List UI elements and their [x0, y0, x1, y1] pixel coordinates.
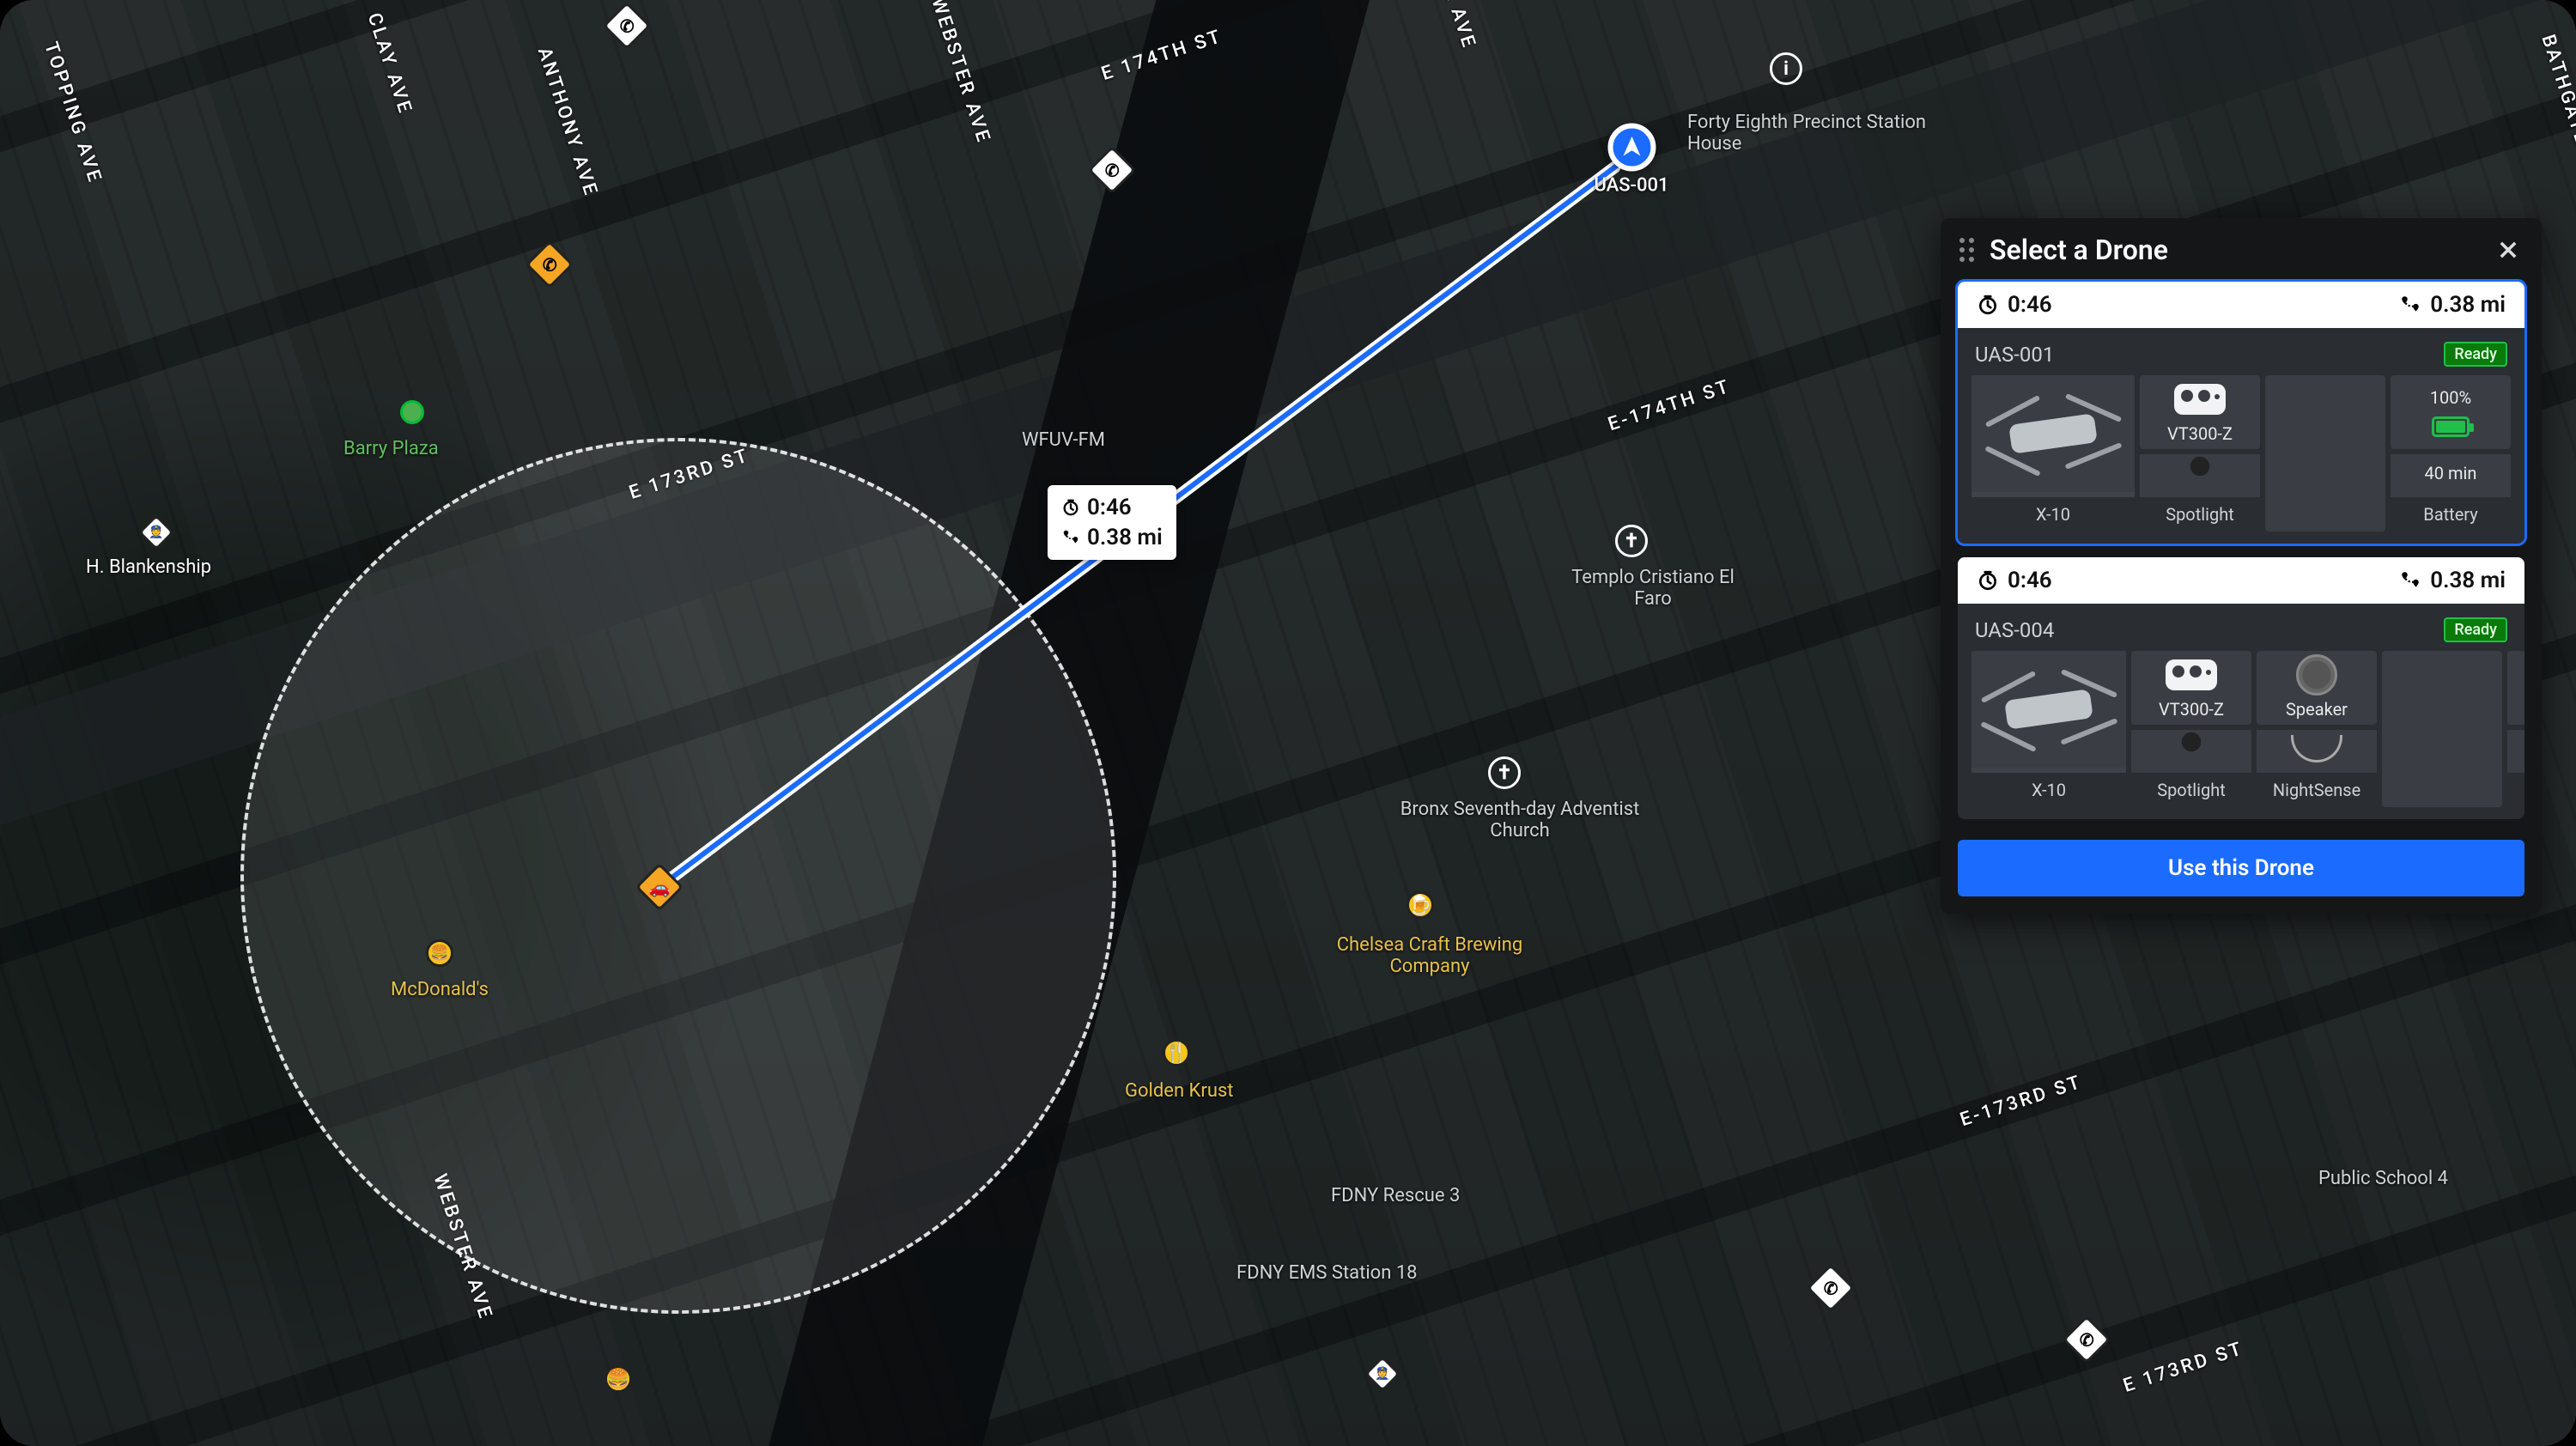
empty-slot — [2265, 375, 2385, 532]
timer-icon — [1977, 569, 1999, 592]
payload-label: Speaker — [2286, 699, 2348, 720]
payload-label: VT300-Z — [2167, 423, 2233, 444]
poi-label: Forty Eighth Precinct Station House — [1687, 112, 1928, 155]
empty-slot — [2382, 651, 2502, 807]
drone-id: UAS-001 — [1975, 343, 2054, 367]
payload-label: Spotlight — [2131, 773, 2251, 807]
battery-time-tile: 37 min Battery — [2507, 730, 2524, 807]
drone-id: UAS-004 — [1975, 618, 2054, 642]
battery-flight-time: 40 min — [2425, 463, 2477, 483]
drone-card-uas-004[interactable]: 0:46 0.38 mi UAS-004 Ready X-10 — [1958, 557, 2524, 819]
distance-icon — [2399, 569, 2421, 592]
distance-icon — [2399, 294, 2421, 316]
battery-label: Battery — [2391, 497, 2511, 532]
timer-icon — [1977, 294, 1999, 316]
flight-distance: 0.38 mi — [1087, 524, 1163, 552]
poi-label: WFUV-FM — [1022, 429, 1105, 451]
poi-label: Chelsea Craft Brewing Company — [1335, 934, 1524, 977]
poi-label: Templo Cristiano El Faro — [1554, 567, 1752, 610]
drone-eta: 0:46 — [2008, 292, 2052, 318]
drone-thumb-icon — [1971, 662, 2126, 756]
panel-header: Select a Drone — [1941, 218, 2542, 282]
airframe-tile: X-10 — [1971, 375, 2135, 532]
drone-eta-bar: 0:46 0.38 mi — [1958, 557, 2524, 604]
poi-label: FDNY Rescue 3 — [1331, 1185, 1460, 1206]
flight-path-info: 0:46 0.38 mi — [1048, 485, 1176, 560]
drone-eta-bar: 0:46 0.38 mi — [1958, 282, 2524, 328]
poi-label: Golden Krust — [1125, 1080, 1234, 1102]
poi-label: Bronx Seventh-day Adventist Church — [1391, 799, 1649, 841]
drag-handle-icon[interactable] — [1959, 238, 1974, 262]
flight-eta: 0:46 — [1087, 494, 1132, 522]
nightsense-payload-icon — [2291, 735, 2342, 762]
close-button[interactable] — [2494, 235, 2523, 264]
close-icon — [2496, 238, 2520, 262]
drone-eta: 0:46 — [2008, 568, 2052, 593]
drone-thumb-icon — [1976, 386, 2130, 481]
battery-pct-tile: 93% — [2507, 651, 2524, 725]
spotlight-payload-icon — [2171, 732, 2212, 766]
drone-status-badge: Ready — [2444, 617, 2507, 642]
drone-distance: 0.38 mi — [2430, 292, 2506, 318]
app-stage: TOPPING AVE CLAY AVE ANTHONY AVE WEBSTER… — [0, 0, 2576, 1446]
airframe-label: X-10 — [1971, 497, 2135, 532]
timer-icon — [1061, 498, 1080, 517]
payload-label: NightSense — [2257, 773, 2377, 807]
payload-tile: VT300-Z — [2131, 651, 2251, 725]
payload-tile: Speaker — [2257, 651, 2377, 725]
drone-card-uas-001[interactable]: 0:46 0.38 mi UAS-001 Ready X-10 — [1958, 282, 2524, 544]
drone-status-badge: Ready — [2444, 342, 2507, 367]
drone-distance: 0.38 mi — [2430, 568, 2506, 593]
use-this-drone-button[interactable]: Use this Drone — [1958, 840, 2524, 896]
poi-label: McDonald's — [391, 979, 489, 1000]
airframe-label: X-10 — [1971, 773, 2126, 807]
payload-tile: NightSense — [2257, 730, 2377, 807]
battery-label: Battery — [2507, 773, 2524, 807]
poi-label: Public School 4 — [2318, 1168, 2448, 1189]
camera-payload-icon — [2166, 659, 2217, 690]
payload-tile: VT300-Z — [2140, 375, 2260, 449]
battery-pct-tile: 100% — [2391, 375, 2511, 449]
panel-title: Select a Drone — [1990, 234, 2478, 266]
poi-label: H. Blankenship — [86, 556, 211, 578]
battery-percent: 100% — [2430, 387, 2471, 408]
poi-label: Barry Plaza — [343, 438, 439, 459]
select-drone-panel: Select a Drone 0:46 0.38 mi UAS-001 Read… — [1941, 218, 2542, 914]
speaker-payload-icon — [2296, 654, 2337, 696]
payload-tile: Spotlight — [2140, 454, 2260, 532]
battery-icon — [2432, 416, 2470, 437]
airframe-tile: X-10 — [1971, 651, 2126, 807]
spotlight-payload-icon — [2179, 456, 2221, 490]
payload-tile: Spotlight — [2131, 730, 2251, 807]
battery-time-tile: 40 min Battery — [2391, 454, 2511, 532]
poi-label: FDNY EMS Station 18 — [1236, 1262, 1418, 1284]
payload-label: VT300-Z — [2159, 699, 2224, 720]
payload-label: Spotlight — [2140, 497, 2260, 532]
distance-icon — [1061, 528, 1080, 547]
panel-body: 0:46 0.38 mi UAS-001 Ready X-10 — [1941, 282, 2542, 833]
camera-payload-icon — [2174, 384, 2226, 415]
